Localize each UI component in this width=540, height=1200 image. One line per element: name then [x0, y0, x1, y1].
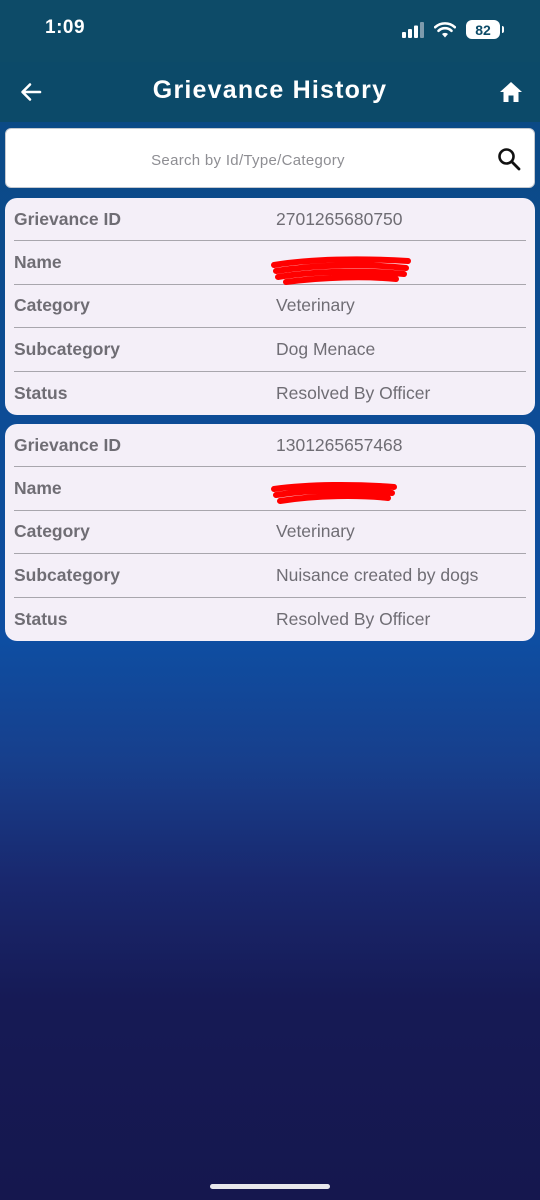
battery-icon: 82 [466, 20, 504, 39]
search-box [5, 128, 535, 188]
name-row: Name [14, 241, 526, 285]
status-value: Resolved By Officer [276, 608, 431, 629]
category-label: Category [14, 295, 90, 316]
subcategory-row: Subcategory Dog Menace [14, 328, 526, 372]
subcategory-label: Subcategory [14, 338, 120, 359]
category-row: Category Veterinary [14, 511, 526, 555]
name-label: Name [14, 478, 62, 499]
grievance-id-label: Grievance ID [14, 208, 121, 229]
grievance-card[interactable]: Grievance ID 2701265680750 Name Category… [5, 198, 535, 415]
home-icon [500, 82, 522, 102]
status-row: Status Resolved By Officer [14, 598, 526, 641]
home-button[interactable] [496, 77, 526, 107]
subcategory-row: Subcategory Nuisance created by dogs [14, 554, 526, 598]
status-icons: 82 [402, 20, 504, 39]
name-row: Name [14, 467, 526, 511]
name-label: Name [14, 252, 62, 273]
grievance-id-row: Grievance ID 1301265657468 [14, 424, 526, 468]
wifi-icon [434, 21, 456, 37]
subcategory-value: Dog Menace [276, 338, 376, 359]
status-time: 1:09 [45, 17, 86, 38]
category-label: Category [14, 521, 90, 542]
grievance-id-row: Grievance ID 2701265680750 [14, 198, 526, 242]
page-title: Grievance History [152, 76, 388, 104]
home-indicator[interactable] [210, 1184, 330, 1189]
status-bar: 1:09 82 [0, 0, 540, 62]
status-label: Status [14, 608, 68, 629]
subcategory-value: Nuisance created by dogs [276, 564, 479, 585]
subcategory-label: Subcategory [14, 564, 120, 585]
grievance-id-value: 2701265680750 [276, 208, 403, 229]
grievance-card[interactable]: Grievance ID 1301265657468 Name Category… [5, 424, 535, 641]
app-bar: Grievance History [0, 62, 540, 122]
status-label: Status [14, 382, 68, 403]
status-value: Resolved By Officer [276, 382, 431, 403]
battery-level: 82 [475, 21, 491, 38]
signal-icon [402, 21, 424, 38]
status-row: Status Resolved By Officer [14, 372, 526, 415]
search-icon[interactable] [496, 146, 522, 172]
search-input[interactable] [16, 137, 480, 183]
category-value: Veterinary [276, 295, 355, 316]
grievance-id-value: 1301265657468 [276, 434, 403, 455]
redaction-scribble [271, 481, 397, 504]
redaction-scribble [271, 255, 411, 285]
grievance-id-label: Grievance ID [14, 434, 121, 455]
category-value: Veterinary [276, 521, 355, 542]
category-row: Category Veterinary [14, 285, 526, 329]
